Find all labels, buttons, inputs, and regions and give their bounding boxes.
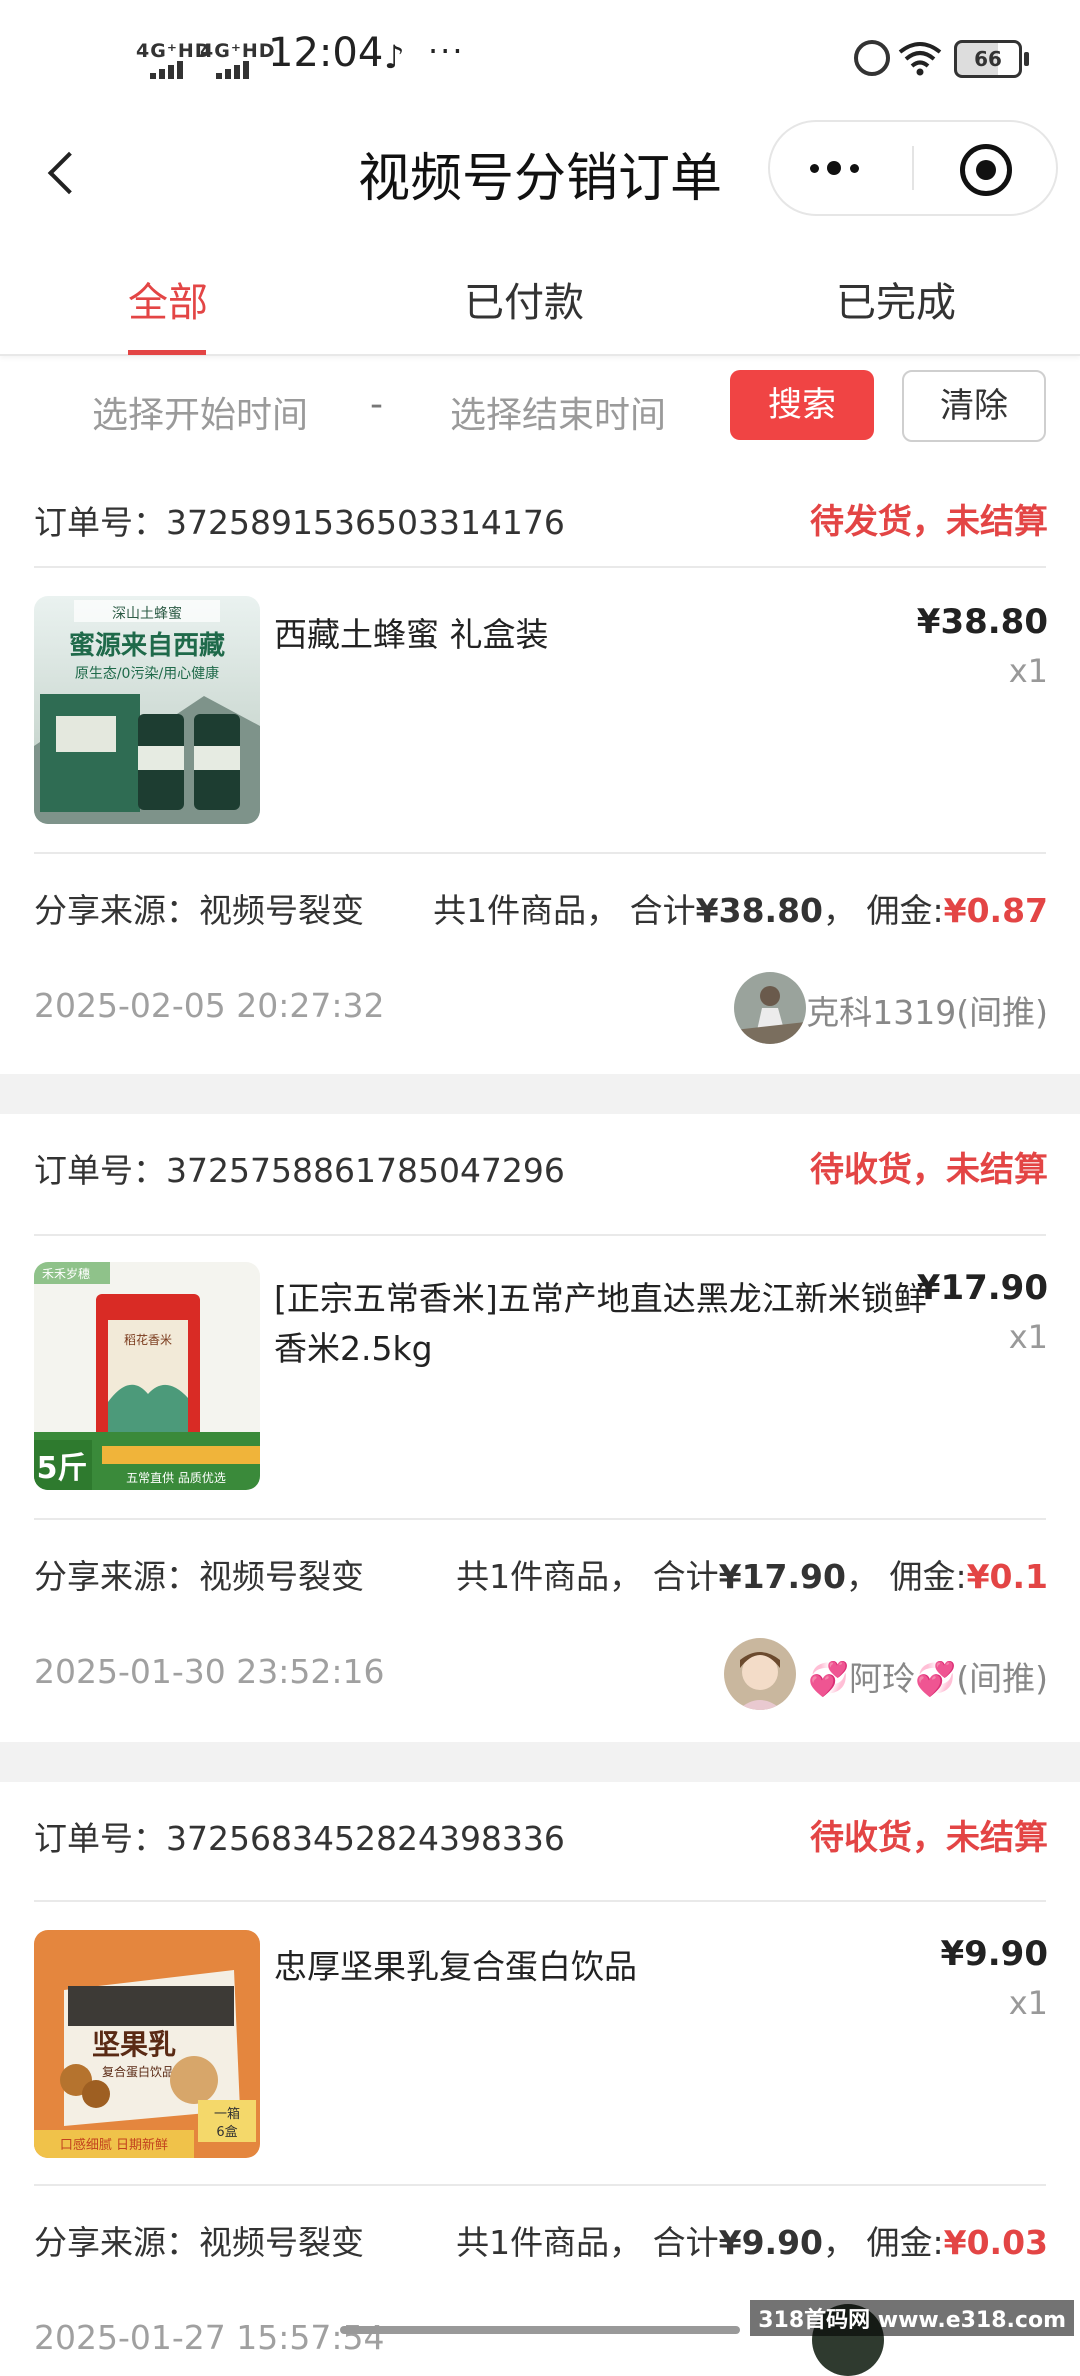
end-date-picker[interactable]: 选择结束时间 <box>450 386 666 438</box>
thumb-weight: 5斤 <box>37 1451 88 1486</box>
divider <box>34 852 1046 854</box>
order-time: 2025-01-30 23:52:16 <box>34 1652 385 1691</box>
share-source: 分享来源：视频号裂变 <box>34 1557 364 1596</box>
product-title[interactable]: [正宗五常香米]五常产地直达黑龙江新米锁鲜香米2.5kg <box>274 1274 934 1374</box>
product-title[interactable]: 西藏土蜂蜜 礼盒装 <box>274 610 934 660</box>
divider <box>34 1518 1046 1520</box>
battery-icon: 66 <box>954 40 1029 78</box>
order-card[interactable]: 订单号：3725758861785047296 待收货，未结算 禾禾岁穗 稻花香… <box>0 1114 1080 1742</box>
product-quantity: x1 <box>1008 1984 1048 2022</box>
search-button[interactable]: 搜索 <box>730 370 874 440</box>
order-summary: 共1件商品， 合计¥17.90， 佣金:¥0.1 <box>456 1557 1048 1596</box>
more-dots-icon: ··· <box>428 32 465 70</box>
product-price: ¥38.80 <box>916 602 1048 642</box>
more-menu-icon[interactable] <box>770 122 912 214</box>
tab-paid[interactable]: 已付款 <box>464 270 584 328</box>
referrer-name: 💞阿玲💞(间推) <box>808 1659 1048 1698</box>
order-number: 订单号：3725758861785047296 <box>34 1151 565 1190</box>
network-indicator-2: 4G⁺HD <box>200 40 276 62</box>
product-image[interactable]: 深山土蜂蜜 蜜源来自西藏 原生态/0污染/用心健康 <box>34 596 260 824</box>
section-gap <box>0 1742 1080 1782</box>
order-summary: 共1件商品， 合计¥38.80， 佣金:¥0.87 <box>433 891 1048 930</box>
divider <box>34 2184 1046 2186</box>
order-card[interactable]: 订单号：3725683452824398336 待收货，未结算 坚果乳 复合蛋白… <box>0 1782 1080 2376</box>
mini-program-capsule <box>768 120 1058 216</box>
product-quantity: x1 <box>1008 1318 1048 1356</box>
thumb-brand: 禾禾岁穗 <box>42 1266 90 1281</box>
thumb-box: 一箱 <box>214 2106 240 2122</box>
order-number: 订单号：3725891536503314176 <box>34 503 565 542</box>
start-date-picker[interactable]: 选择开始时间 <box>92 386 308 438</box>
date-filter: 选择开始时间 - 选择结束时间 搜索 清除 <box>0 356 1080 464</box>
avatar <box>724 1638 796 1710</box>
thumb-slogan: 口感细腻 日期新鲜 <box>60 2137 168 2153</box>
order-summary: 共1件商品， 合计¥9.90， 佣金:¥0.03 <box>456 2223 1048 2262</box>
order-number: 订单号：3725683452824398336 <box>34 1819 565 1858</box>
avatar <box>734 972 806 1044</box>
share-source: 分享来源：视频号裂变 <box>34 2223 364 2262</box>
alarm-icon <box>854 40 890 76</box>
product-price: ¥17.90 <box>916 1268 1048 1308</box>
clear-button[interactable]: 清除 <box>902 370 1046 442</box>
close-target-icon[interactable] <box>914 122 1056 214</box>
share-source: 分享来源：视频号裂变 <box>34 891 364 930</box>
thumb-slogan: 五常直供 品质优选 <box>126 1471 226 1485</box>
clock: 12:04 <box>268 30 384 76</box>
tab-all[interactable]: 全部 <box>128 270 208 328</box>
product-image[interactable]: 禾禾岁穗 稻花香米 5斤 五常直供 品质优选 <box>34 1262 260 1490</box>
divider <box>34 1900 1046 1902</box>
order-time: 2025-02-05 20:27:32 <box>34 986 385 1025</box>
tab-bar: 全部 已付款 已完成 <box>0 240 1080 356</box>
thumb-count: 6盒 <box>216 2124 237 2140</box>
signal-bars-icon <box>216 60 252 79</box>
signal-bars-icon <box>150 60 186 79</box>
thumb-headline: 蜜源来自西藏 <box>69 630 225 661</box>
order-time: 2025-01-27 15:57:54 <box>34 2318 385 2357</box>
thumb-product: 稻花香米 <box>124 1332 172 1347</box>
order-status: 待收货，未结算 <box>810 1150 1048 1190</box>
product-title[interactable]: 忠厚坚果乳复合蛋白饮品 <box>274 1942 934 1992</box>
product-price: ¥9.90 <box>940 1934 1048 1974</box>
product-quantity: x1 <box>1008 652 1048 690</box>
tab-completed[interactable]: 已完成 <box>836 270 956 328</box>
tab-active-indicator <box>128 350 206 355</box>
thumb-subline: 原生态/0污染/用心健康 <box>75 665 219 682</box>
thumb-subline: 复合蛋白饮品 <box>102 2064 174 2079</box>
status-bar: 4G⁺HD 4G⁺HD 12:04 ♪ ··· 66 <box>0 0 1080 120</box>
order-status: 待收货，未结算 <box>810 1818 1048 1858</box>
wifi-icon <box>898 40 942 85</box>
date-separator: - <box>370 384 383 425</box>
divider <box>34 1234 1046 1236</box>
tiktok-icon: ♪ <box>384 38 405 76</box>
section-gap <box>0 1074 1080 1114</box>
order-status: 待发货，未结算 <box>810 502 1048 542</box>
nav-bar: 视频号分销订单 <box>0 120 1080 230</box>
watermark: 318首码网 www.e318.com <box>750 2300 1074 2336</box>
referrer-name: 克科1319(间推) <box>806 993 1048 1032</box>
order-card[interactable]: 订单号：3725891536503314176 待发货，未结算 深山土蜂蜜 蜜源… <box>0 466 1080 1074</box>
product-image[interactable]: 坚果乳 复合蛋白饮品 一箱 6盒 口感细腻 日期新鲜 <box>34 1930 260 2158</box>
thumb-headline: 坚果乳 <box>92 2028 176 2061</box>
thumb-caption: 深山土蜂蜜 <box>112 606 182 622</box>
divider <box>34 566 1046 568</box>
home-indicator[interactable] <box>340 2326 740 2334</box>
back-chevron-icon[interactable] <box>40 142 100 202</box>
